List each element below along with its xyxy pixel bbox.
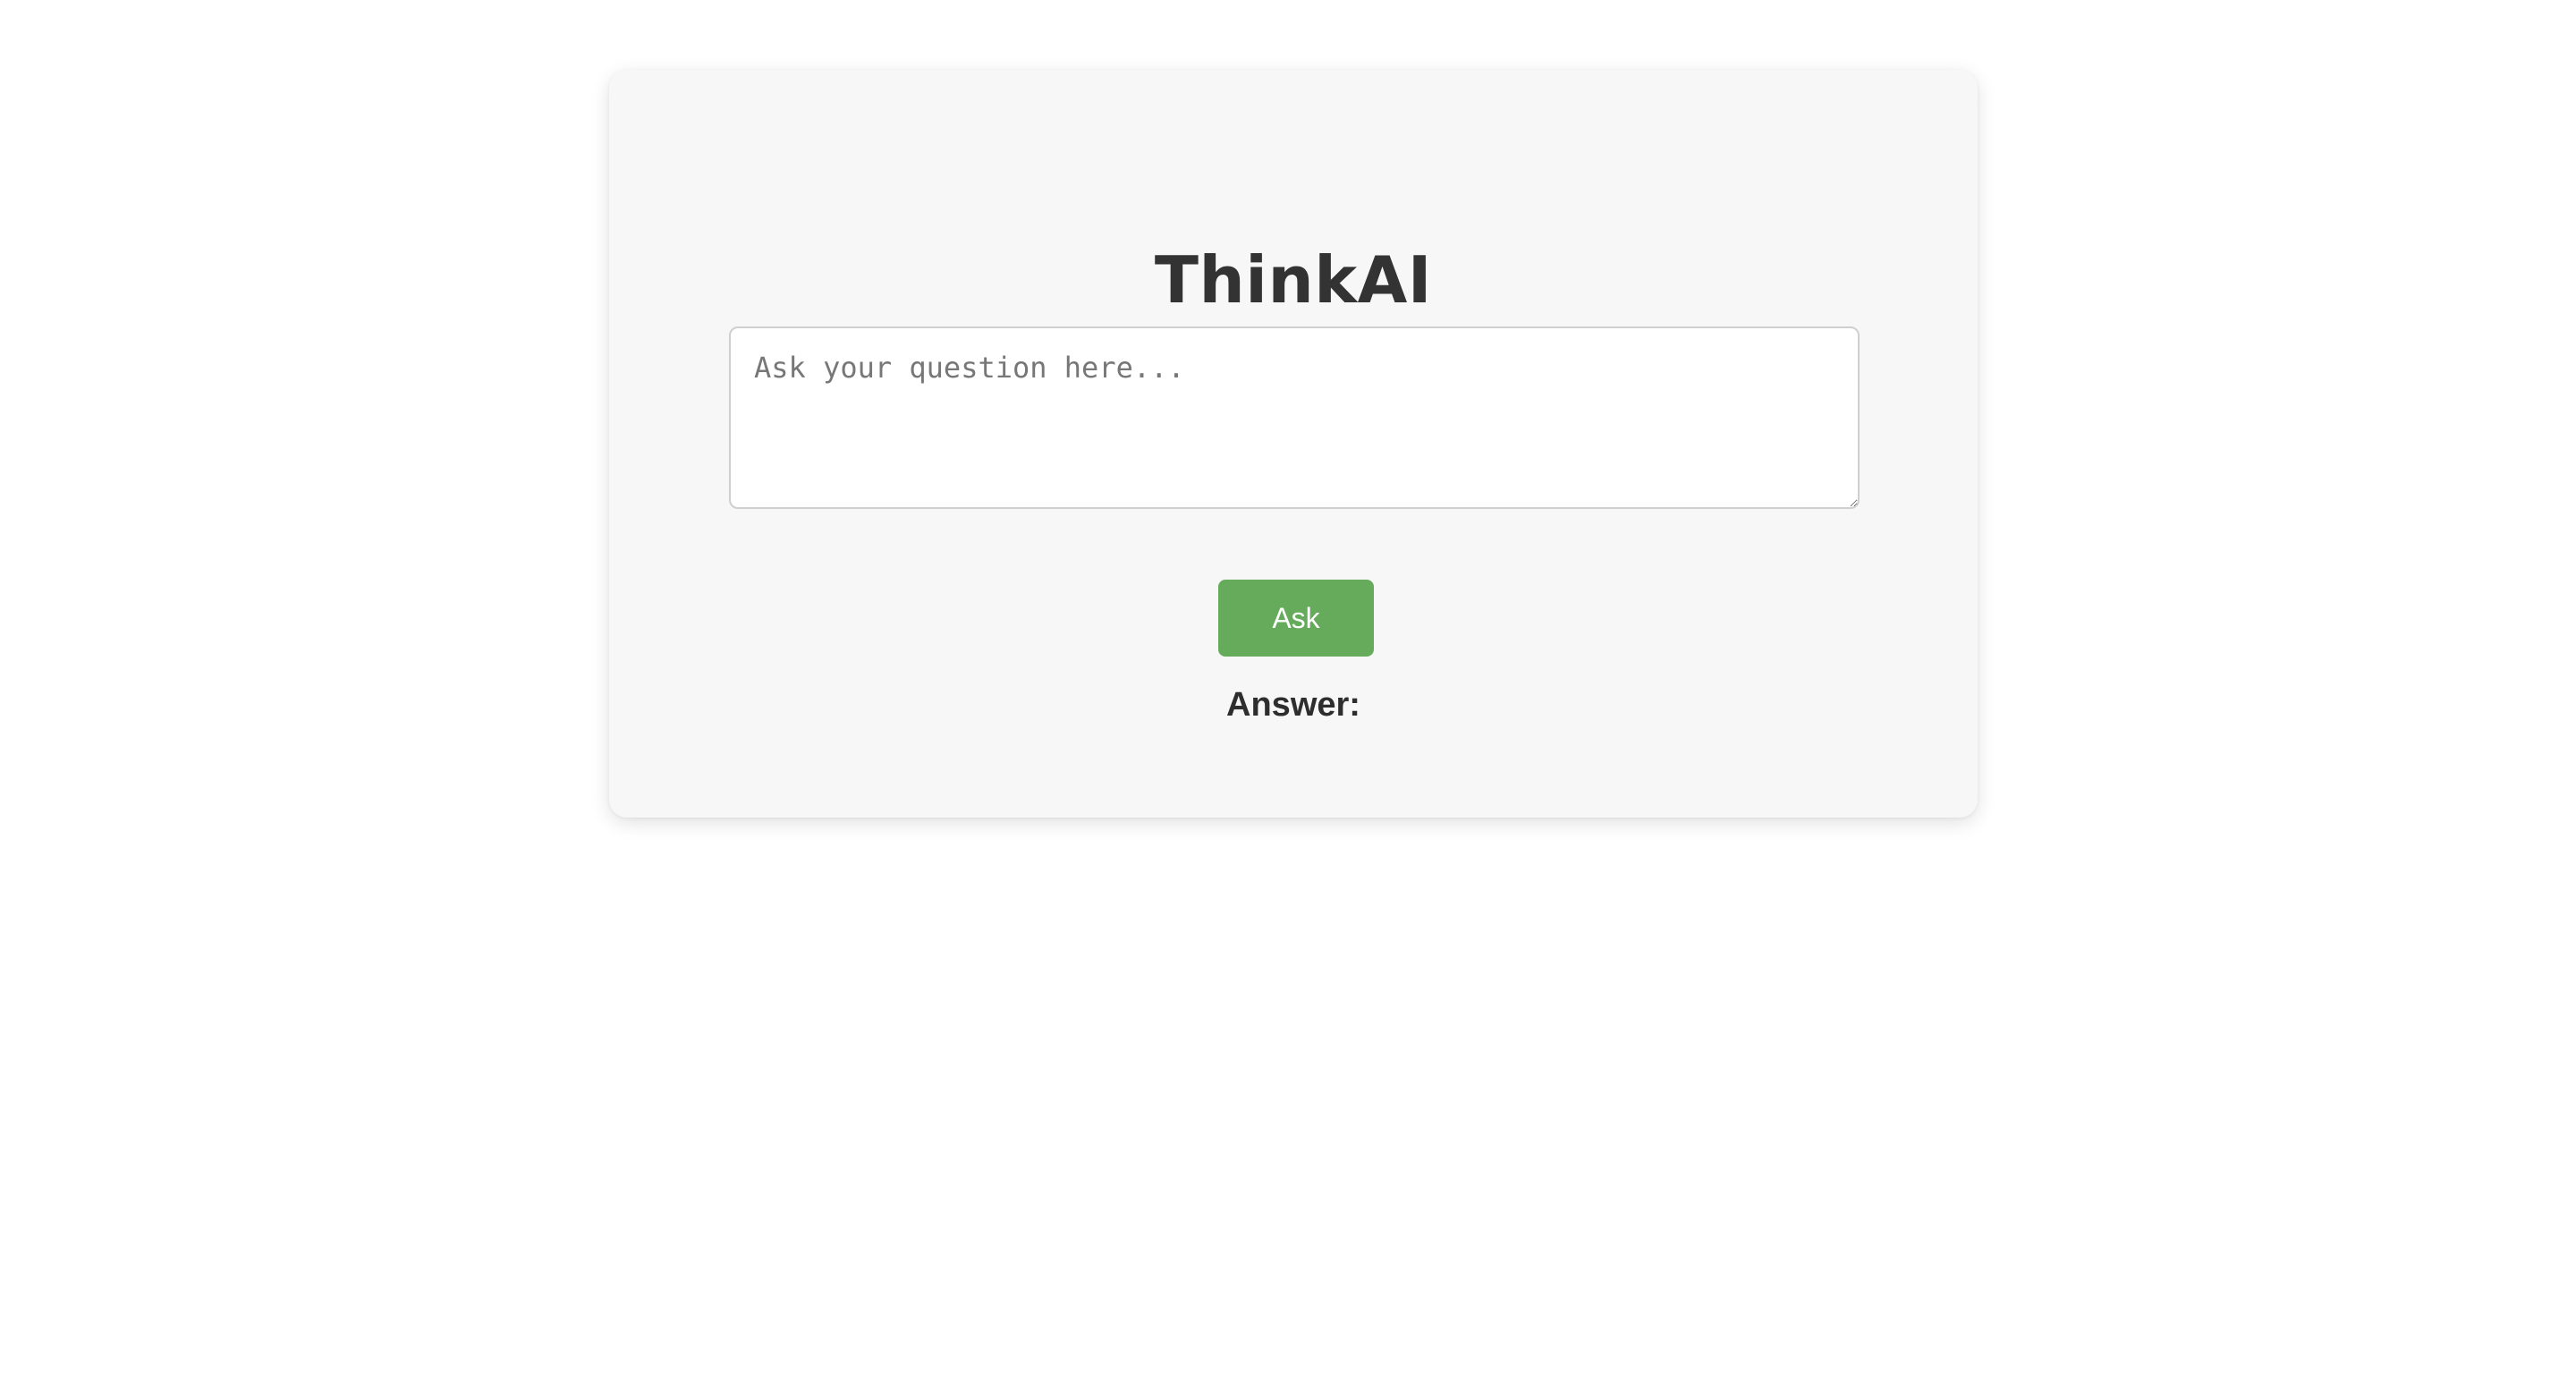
app-title: ThinkAI — [1154, 242, 1433, 318]
answer-label: Answer: — [1226, 686, 1360, 724]
ask-card: ThinkAI Ask Answer: — [609, 70, 1978, 818]
question-input[interactable] — [729, 326, 1860, 509]
ask-button[interactable]: Ask — [1218, 580, 1374, 657]
